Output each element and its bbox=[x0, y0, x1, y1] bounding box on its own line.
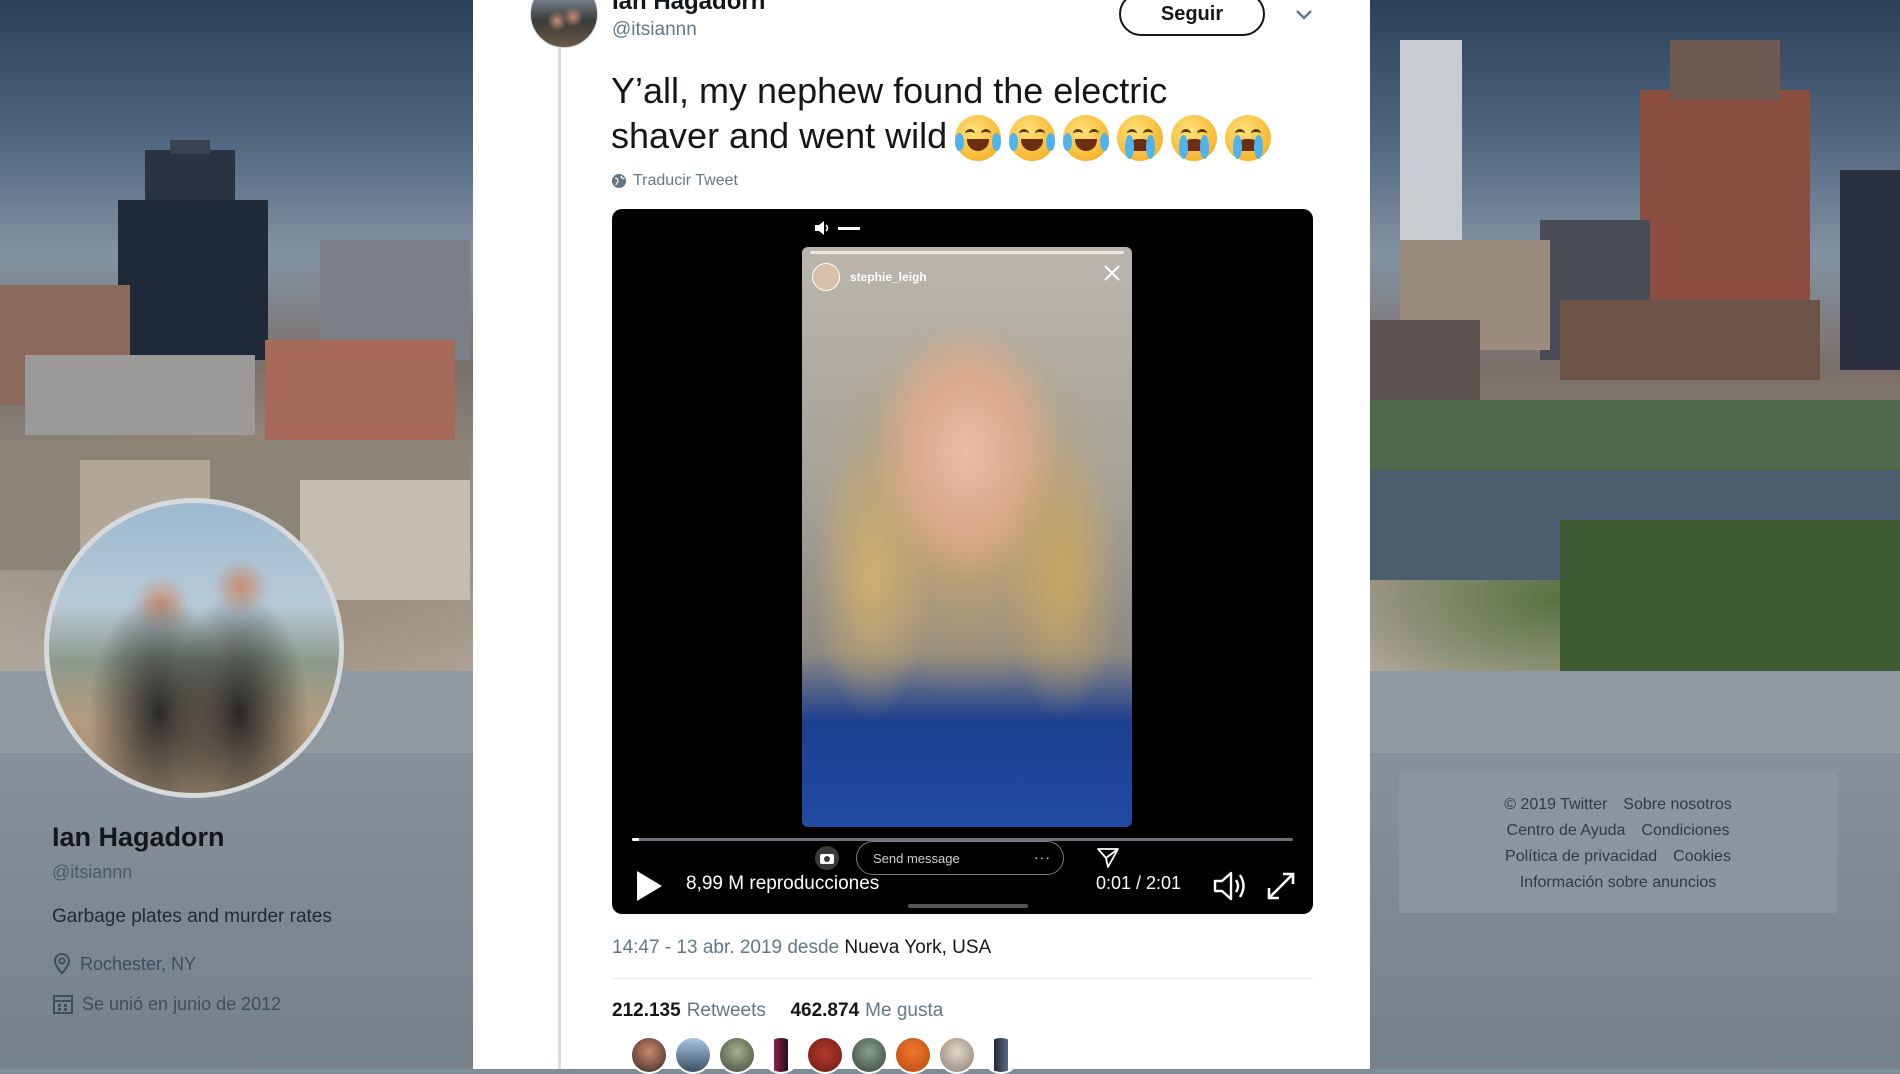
home-indicator bbox=[908, 904, 1028, 908]
footer-link-help[interactable]: Centro de Ayuda bbox=[1507, 822, 1626, 839]
profile-handle[interactable]: @itsiannn bbox=[52, 862, 132, 883]
calendar-icon bbox=[53, 995, 73, 1014]
profile-avatar[interactable] bbox=[44, 498, 344, 798]
story-volume-indicator bbox=[814, 221, 860, 235]
footer-link-cookies[interactable]: Cookies bbox=[1673, 848, 1731, 865]
video-time: 0:01 / 2:01 bbox=[1096, 873, 1182, 893]
footer-copyright: © 2019 Twitter bbox=[1504, 796, 1608, 813]
send-message-field: Send message ··· bbox=[856, 841, 1064, 875]
likes-label[interactable]: Me gusta bbox=[865, 1000, 943, 1021]
liker-avatar[interactable] bbox=[938, 1036, 976, 1074]
likes-count[interactable]: 462.874 bbox=[790, 1000, 859, 1021]
liker-avatar[interactable] bbox=[894, 1036, 932, 1074]
retweets-count[interactable]: 212.135 bbox=[612, 1000, 681, 1021]
loudly-crying-emoji-icon bbox=[1225, 115, 1272, 162]
tweet-text-line2: shaver and went wild bbox=[611, 115, 948, 156]
liker-avatar[interactable] bbox=[850, 1036, 888, 1074]
joined-text: Se unió en junio de 2012 bbox=[82, 993, 282, 1014]
tweet-text: Y’all, my nephew found the electric shav… bbox=[611, 68, 1311, 162]
translate-tweet-link[interactable]: Traducir Tweet bbox=[611, 172, 738, 190]
send-direct-icon bbox=[1097, 848, 1119, 868]
tweet-timestamp[interactable]: 14:47 - 13 abr. 2019 desde bbox=[612, 937, 839, 958]
thread-line bbox=[558, 48, 561, 1069]
tweet-stats: 212.135 Retweets 462.874 Me gusta bbox=[612, 1000, 943, 1022]
footer-link-about[interactable]: Sobre nosotros bbox=[1623, 796, 1732, 813]
location-text: Rochester, NY bbox=[80, 953, 197, 974]
follow-button[interactable]: Seguir bbox=[1119, 0, 1265, 36]
retweets-label[interactable]: Retweets bbox=[687, 1000, 766, 1021]
footer-links-box: © 2019 Twitter Sobre nosotros Centro de A… bbox=[1399, 772, 1837, 913]
location-pin-icon bbox=[53, 953, 71, 975]
speaker-icon bbox=[815, 221, 829, 235]
story-avatar bbox=[812, 263, 840, 291]
liker-avatar[interactable] bbox=[806, 1036, 844, 1074]
play-icon[interactable] bbox=[634, 869, 664, 903]
tears-of-joy-emoji-icon bbox=[1063, 115, 1110, 162]
view-count: 8,99 M reproducciones bbox=[686, 873, 880, 894]
tweet-place[interactable]: Nueva York, USA bbox=[844, 937, 991, 958]
footer-link-privacy[interactable]: Política de privacidad bbox=[1505, 848, 1657, 865]
globe-icon bbox=[612, 174, 626, 188]
tweet-meta: 14:47 - 13 abr. 2019 desde Nueva York, U… bbox=[612, 937, 991, 959]
story-video-frame: stephie_leigh bbox=[802, 247, 1132, 827]
video-progress-fill bbox=[632, 838, 639, 841]
video-player[interactable]: stephie_leigh Send message ··· 8,99 M re… bbox=[612, 209, 1313, 914]
camera-icon bbox=[815, 846, 839, 870]
send-message-placeholder: Send message bbox=[873, 850, 960, 866]
tweet-text-line1: Y’all, my nephew found the electric bbox=[611, 70, 1168, 111]
chevron-down-icon[interactable] bbox=[1292, 2, 1316, 26]
loudly-crying-emoji-icon bbox=[1171, 115, 1218, 162]
more-dots-icon: ··· bbox=[1034, 849, 1051, 865]
close-icon bbox=[1104, 265, 1120, 281]
liker-avatar[interactable] bbox=[762, 1036, 800, 1074]
divider bbox=[612, 978, 1313, 979]
likers-avatars bbox=[630, 1036, 1020, 1074]
story-username: stephie_leigh bbox=[850, 270, 927, 284]
author-name[interactable]: Ian Hagadorn bbox=[612, 0, 765, 16]
tears-of-joy-emoji-icon bbox=[1009, 115, 1056, 162]
footer-link-terms[interactable]: Condiciones bbox=[1641, 822, 1729, 839]
liker-avatar[interactable] bbox=[674, 1036, 712, 1074]
profile-joined: Se unió en junio de 2012 bbox=[52, 993, 281, 1015]
loudly-crying-emoji-icon bbox=[1117, 115, 1164, 162]
liker-avatar[interactable] bbox=[630, 1036, 668, 1074]
story-user: stephie_leigh bbox=[812, 263, 927, 291]
story-progress-bar bbox=[810, 251, 1124, 254]
author-handle[interactable]: @itsiannn bbox=[612, 19, 697, 41]
profile-bio: Garbage plates and murder rates bbox=[52, 906, 332, 927]
profile-location: Rochester, NY bbox=[52, 953, 196, 975]
liker-avatar[interactable] bbox=[718, 1036, 756, 1074]
translate-label: Traducir Tweet bbox=[633, 172, 738, 189]
volume-icon[interactable] bbox=[1212, 869, 1250, 903]
footer-link-ads-info[interactable]: Información sobre anuncios bbox=[1520, 874, 1717, 891]
tears-of-joy-emoji-icon bbox=[955, 115, 1002, 162]
emoji-row bbox=[955, 115, 1272, 162]
liker-avatar[interactable] bbox=[982, 1036, 1020, 1074]
fullscreen-icon[interactable] bbox=[1264, 869, 1298, 903]
profile-name[interactable]: Ian Hagadorn bbox=[52, 822, 225, 853]
